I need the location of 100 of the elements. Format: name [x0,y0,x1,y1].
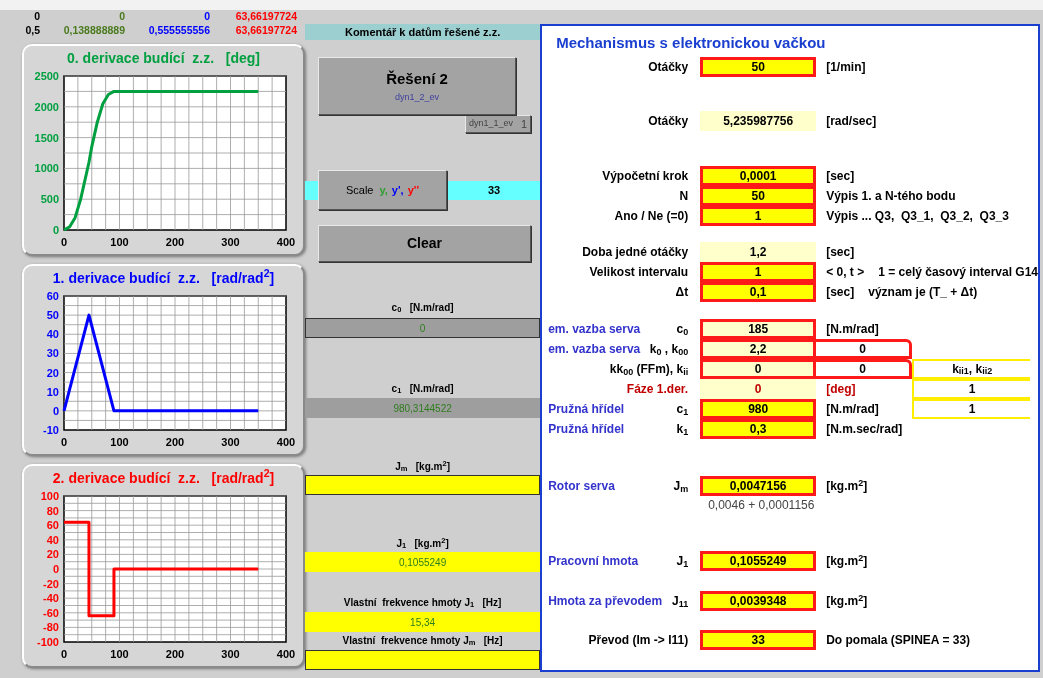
row-label: Otáčky [648,113,689,130]
value-cell[interactable]: 50 [700,57,817,77]
chart-title: 0. derivace budící z.z. [deg] [67,48,260,68]
data-cell-text: 0,138888889 [62,23,125,39]
row-label: J$_{m}$ [673,478,689,495]
y-tick-label: 60 [46,290,59,302]
unit-label: [N.m.sec/rad] [826,421,903,438]
y-tick-label: 80 [46,504,59,517]
value-cell[interactable]: 1 [912,379,1031,399]
row-label: Fáze 1.der. [626,381,689,398]
unit-label: Výpis 1. a N-tého bodu [826,188,956,205]
row-label: k$_{0}$ , k$_{00}$ [649,341,689,358]
x-tick-label: 300 [221,236,240,248]
value-cell: 5,235987756 [700,111,817,131]
value-cell[interactable]: 0,1 [700,282,817,302]
clear-button[interactable]: Clear [318,225,531,262]
row-name: Hmota za převodem [548,593,663,610]
y-tick-label: 100 [40,490,59,502]
field-label: Vlastní frekvence hmoty J$_{m}$ [Hz] [342,633,503,648]
data-cell-text: 63,66197724 [234,23,297,39]
value-cell[interactable]: 1 [700,206,817,226]
value-cell[interactable]: k$_{ii1}$, k$_{ii2}$ [912,359,1031,379]
y-tick-label: -80 [43,621,59,634]
x-tick-label: 100 [110,236,129,248]
row-name: em. vazba serva [548,341,641,358]
data-cell-text: 0 [118,9,125,25]
x-tick-label: 300 [221,648,240,660]
field-label: J$_{1}$ [kg.m$^{2}$] [396,535,449,551]
value-cell[interactable]: 0 [816,339,913,359]
y-tick-label: 0 [52,404,59,417]
y-tick-label: 2000 [34,100,59,113]
data-cell-text: 0 [33,9,40,25]
panel-title: Mechanismus s elektronickou vačkou [556,34,826,51]
value-cell: 2,2 [700,339,817,359]
field-label: J$_{m}$ [kg.m$^{2}$] [395,458,450,474]
row-name: em. vazba serva [548,321,641,338]
unit-label: [rad/sec] [826,113,877,130]
field-label: c$_{0}$ [N.m/rad] [391,300,454,315]
value-cell[interactable]: 33 [700,630,817,650]
unit-label: < 0, t > [826,264,865,281]
unit-label: [N.m/rad] [826,401,879,418]
row-label: c$_{0}$ [676,321,689,338]
y-tick-label: 10 [46,385,59,398]
row-label: N [679,188,689,205]
value-cell[interactable]: 0 [816,359,913,379]
value-cell[interactable]: 980 [700,399,817,419]
unit-label: [1/min] [826,59,866,76]
chart-title: 2. derivace budící z.z. [rad/rad$^{2}$] [52,467,275,488]
row-label: c$_{1}$ [676,401,689,418]
y-tick-label: 50 [46,309,59,322]
data-cell-text: 63,66197724 [234,9,297,25]
y-tick-label: 2500 [34,70,59,82]
unit-label: [sec] [826,284,855,301]
row-label: Převod (Im -> I11) [588,632,689,649]
value-cell[interactable]: 0,0047156 [700,476,817,496]
value-cell[interactable]: 1 [700,262,817,282]
x-tick-label: 400 [276,648,296,660]
unit-label: [kg.m$^{2}$] [826,552,868,570]
scale-button[interactable]: Scale y, y', y'' [318,170,447,210]
solve-button[interactable]: Řešení 2 dyn1_2_ev [318,57,516,115]
note-label: 1 = celý časový interval G14 [878,264,1038,281]
value-cell[interactable]: 1 [912,399,1031,419]
row-label: J$_{11}$ [672,593,689,610]
y-tick-label: 0 [52,224,59,236]
x-tick-label: 400 [276,236,296,248]
y-tick-label: 40 [46,328,59,341]
value-cell: 0 [700,359,817,379]
row-label: J$_{1}$ [676,553,689,570]
row-label: Δt [675,284,689,301]
value-cell[interactable]: 0,0001 [700,166,817,186]
unit-label: Do pomala (SPINEA = 33) [826,632,971,649]
value-cell[interactable]: 0,0039348 [700,591,817,611]
y-tick-label: 1000 [34,162,59,175]
value-cell[interactable]: 0,3 [700,419,817,439]
unit-label: [kg.m$^{2}$] [826,477,868,495]
x-tick-label: 0 [60,436,68,448]
row-label: Velikost intervalu [589,264,689,281]
value-cell[interactable]: 0,1055249 [700,551,817,571]
field-label: Vlastní frekvence hmoty J$_{1}$ [Hz] [343,595,502,610]
y-tick-label: 0 [52,563,59,575]
unit-label: [sec] [826,244,855,261]
solve-button[interactable]: dyn1_1_ev 1 [465,115,531,133]
value-field[interactable]: 0,1055249 [305,552,541,572]
comment-header: Komentář k datům řešené z.z. [305,24,541,40]
y-tick-label: 20 [46,548,59,561]
value-cell: 185 [700,319,817,339]
unit-label: [deg] [826,381,856,398]
chart-title: 1. derivace budící z.z. [rad/rad$^{2}$] [52,267,275,288]
row-label: Výpočetní krok [602,168,689,185]
y-tick-label: -100 [36,636,59,648]
value-field[interactable]: 15,34 [305,612,541,632]
unit-label: [kg.m$^{2}$] [826,592,868,610]
value-cell[interactable]: 50 [700,186,817,206]
row-label: k$_{1}$ [676,421,689,438]
row-label: Ano / Ne (=0) [614,208,689,225]
row-label: kk$_{00}$ (FFm), k$_{ii}$ [609,361,689,378]
value-field[interactable] [305,475,541,495]
value-field[interactable] [305,650,541,670]
data-cell-text: 0,5 [24,23,40,39]
formula-text: 0,0046 + 0,0001156 [708,497,815,514]
